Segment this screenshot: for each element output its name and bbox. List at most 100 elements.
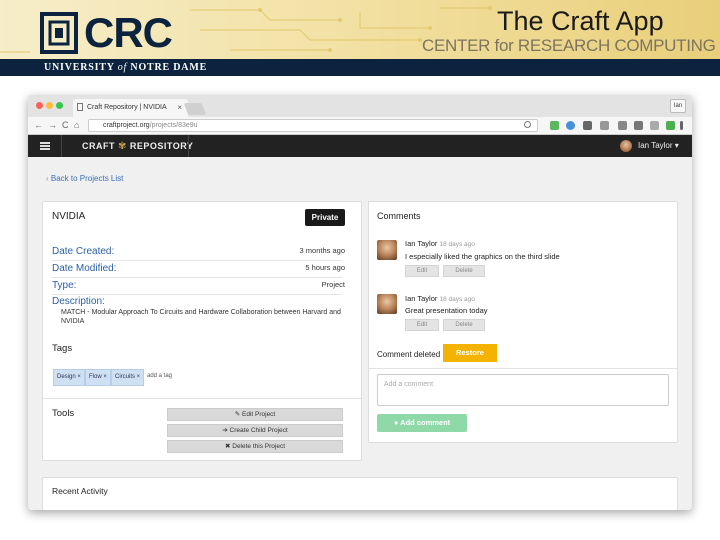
address-bar: ← → C ⌂ craftproject.org/projects/83e9u [28, 117, 692, 135]
visibility-button[interactable]: Private [305, 209, 345, 226]
delete-comment-button[interactable]: Delete [443, 265, 485, 277]
back-arrow-icon[interactable]: ← [34, 120, 43, 130]
tag-chip[interactable]: Circuits × [111, 369, 145, 386]
reload-icon[interactable]: C [62, 120, 69, 130]
university-name: UNIVERSITY of NOTRE DAME [44, 62, 207, 73]
comment-text: Great presentation today [405, 306, 488, 315]
url-input[interactable]: craftproject.org/projects/83e9u [88, 119, 538, 132]
comment-author: Ian Taylor 18 days ago [405, 239, 475, 248]
brand-logo-icon: ✾ [118, 141, 127, 152]
comment-time: 18 days ago [439, 241, 475, 248]
edit-project-button[interactable]: ✎ Edit Project [167, 408, 343, 421]
description-text: MATCH - Modular Approach To Circuits and… [61, 309, 341, 325]
delete-project-button[interactable]: ✖ Delete this Project [167, 440, 343, 453]
slide-title: The Craft App [497, 6, 664, 36]
university-name-of: of [117, 62, 128, 73]
comment-author-name: Ian Taylor [405, 294, 438, 303]
extension-icon[interactable] [618, 121, 627, 130]
forward-arrow-icon[interactable]: → [48, 120, 57, 130]
tags-label: Tags [52, 343, 73, 354]
close-window-dot[interactable] [36, 102, 43, 109]
edit-comment-button[interactable]: Edit [405, 319, 439, 331]
bookmark-icon[interactable] [550, 121, 559, 130]
restore-button[interactable]: Restore [443, 344, 497, 362]
extension-icon[interactable] [566, 121, 575, 130]
description-label: Description: [52, 296, 105, 307]
project-card: NVIDIA Private Date Created: 3 months ag… [42, 201, 362, 461]
edit-project-label: Edit Project [242, 411, 276, 418]
user-menu[interactable]: Ian Taylor ▾ [638, 141, 679, 150]
comment-input[interactable]: Add a comment [377, 374, 669, 406]
edit-comment-button[interactable]: Edit [405, 265, 439, 277]
crc-logo-text: CRC [84, 9, 173, 56]
app-page: CRAFT ✾ REPOSITORY Ian Taylor ▾ ‹ Back t… [28, 135, 692, 510]
user-avatar[interactable] [620, 140, 632, 152]
comment-author-name: Ian Taylor [405, 239, 438, 248]
brand-right: REPOSITORY [129, 141, 194, 151]
back-link-label: Back to Projects List [50, 174, 124, 183]
arrow-right-icon: ➔ [222, 427, 230, 434]
extension-icon[interactable] [634, 121, 643, 130]
nav-divider [188, 135, 189, 157]
brand-left: CRAFT [82, 141, 115, 151]
date-created-value: 3 months ago [299, 246, 345, 255]
browser-window: Craft Repository | NVIDIA × Ian ← → C ⌂ … [28, 95, 692, 510]
home-icon[interactable]: ⌂ [74, 120, 79, 130]
crc-mark-icon [40, 12, 78, 54]
university-name-pre: UNIVERSITY [44, 62, 118, 73]
extension-icon[interactable] [600, 121, 609, 130]
tag-chip[interactable]: Design × [53, 369, 85, 386]
add-comment-button[interactable]: ● Add comment [377, 414, 467, 432]
field-divider [52, 260, 342, 261]
tab-close-icon[interactable]: × [177, 103, 182, 112]
tab-title: Craft Repository | NVIDIA [87, 104, 167, 111]
date-created-label: Date Created: [52, 246, 115, 257]
add-comment-label: Add comment [400, 418, 451, 427]
new-tab-button[interactable] [183, 103, 207, 115]
page-icon [77, 103, 83, 111]
tab-bar: Craft Repository | NVIDIA × Ian [28, 95, 692, 117]
project-title: NVIDIA [52, 211, 86, 222]
maximize-window-dot[interactable] [56, 102, 63, 109]
nav-divider [61, 135, 62, 157]
browser-tab[interactable]: Craft Repository | NVIDIA × [73, 99, 188, 117]
user-name: Ian Taylor [638, 141, 673, 150]
tools-label: Tools [52, 408, 75, 419]
field-divider [52, 277, 342, 278]
comments-header: Comments [377, 211, 421, 221]
url-host: craftproject.org [103, 122, 150, 129]
extension-icon[interactable] [666, 121, 675, 130]
app-brand[interactable]: CRAFT ✾ REPOSITORY [82, 141, 193, 152]
caret-down-icon: ▾ [674, 141, 679, 150]
comments-card: Comments Ian Taylor 18 days ago I especi… [368, 201, 678, 443]
recent-activity-card: Recent Activity [42, 477, 678, 510]
center-name: CENTER for RESEARCH COMPUTING [422, 36, 716, 55]
recent-activity-header: Recent Activity [52, 486, 108, 496]
delete-project-label: Delete this Project [232, 443, 285, 450]
profile-button[interactable]: Ian [670, 99, 686, 113]
comment-avatar [377, 240, 397, 260]
add-tag-input[interactable]: add a tag [147, 373, 172, 379]
type-label: Type: [52, 280, 77, 291]
url-path: /projects/83e9u [149, 122, 198, 129]
menu-icon[interactable] [40, 142, 50, 150]
section-divider [369, 368, 677, 369]
date-modified-label: Date Modified: [52, 263, 117, 274]
extension-icon[interactable] [650, 121, 659, 130]
create-child-label: Create Child Project [229, 427, 288, 434]
back-link[interactable]: ‹ Back to Projects List [46, 174, 123, 183]
university-name-post: NOTRE DAME [127, 62, 208, 73]
comment-avatar [377, 294, 397, 314]
extension-icon[interactable] [583, 121, 592, 130]
comment-author: Ian Taylor 18 days ago [405, 294, 475, 303]
delete-comment-button[interactable]: Delete [443, 319, 485, 331]
crc-logo: CRC [40, 9, 180, 56]
app-navbar: CRAFT ✾ REPOSITORY Ian Taylor ▾ [28, 135, 692, 157]
comment-deleted-notice: Comment deleted [377, 350, 441, 359]
minimize-window-dot[interactable] [46, 102, 53, 109]
create-child-project-button[interactable]: ➔ Create Child Project [167, 424, 343, 437]
menu-icon[interactable] [680, 121, 683, 130]
search-icon[interactable] [524, 121, 531, 128]
edit-icon: ✎ [234, 411, 242, 418]
tag-chip[interactable]: Flow × [85, 369, 111, 386]
